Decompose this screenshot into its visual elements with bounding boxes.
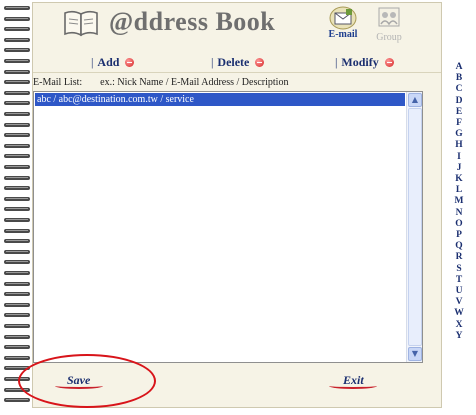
alphabet-letter-i[interactable]: I <box>457 152 461 163</box>
spiral-ring <box>4 207 30 212</box>
spiral-ring <box>4 101 30 106</box>
highlight-circle <box>18 354 156 408</box>
spiral-ring <box>4 112 30 116</box>
spiral-ring <box>4 80 30 85</box>
alphabet-letter-p[interactable]: P <box>456 230 462 241</box>
alphabet-letter-g[interactable]: G <box>455 129 462 140</box>
alphabet-letter-l[interactable]: L <box>456 185 462 196</box>
alphabet-letter-h[interactable]: H <box>455 140 462 151</box>
spiral-ring <box>4 122 30 127</box>
email-list-label: E-Mail List: ex.: Nick Name / E-Mail Addr… <box>33 77 288 88</box>
modify-label: Modify <box>341 55 379 69</box>
address-book-page: @ddress Book E-mail Group | Add | Delete… <box>32 2 442 408</box>
spiral-ring <box>4 186 30 191</box>
page-title: @ddress Book <box>109 7 276 36</box>
group-tab-label: Group <box>376 32 402 43</box>
add-label: Add <box>97 55 120 69</box>
spiral-ring <box>4 59 30 63</box>
spiral-ring <box>4 302 30 307</box>
alphabet-letter-o[interactable]: O <box>455 219 462 230</box>
exit-swoosh <box>329 383 377 389</box>
alphabet-letter-j[interactable]: J <box>457 163 462 174</box>
alphabet-letter-v[interactable]: V <box>456 297 463 308</box>
alphabet-letter-w[interactable]: W <box>454 308 464 319</box>
email-list-box[interactable]: abc / abc@destination.com.tw / service ▲… <box>33 91 423 363</box>
separator: | <box>91 55 94 69</box>
scroll-thumb[interactable] <box>408 108 422 346</box>
separator: | <box>335 55 338 69</box>
email-tab-label: E-mail <box>328 29 358 40</box>
spiral-ring <box>4 271 30 275</box>
list-format-hint: ex.: Nick Name / E-Mail Address / Descri… <box>100 77 289 88</box>
spiral-ring <box>4 334 30 339</box>
spiral-ring <box>4 37 30 42</box>
spiral-ring <box>4 69 30 74</box>
delete-button[interactable]: | Delete <box>211 55 265 70</box>
minus-bullet-icon <box>255 58 265 67</box>
spiral-ring <box>4 355 30 360</box>
action-bar: | Add | Delete | Modify <box>33 51 441 73</box>
alphabet-index: ABCDEFGHIJKLMNOPQRSTUVWXY <box>446 62 472 402</box>
group-icon <box>376 7 402 33</box>
spiral-ring <box>4 90 30 95</box>
spiral-ring <box>4 16 30 21</box>
book-icon <box>63 9 99 37</box>
alphabet-letter-y[interactable]: Y <box>456 331 463 342</box>
alphabet-letter-r[interactable]: R <box>456 252 463 263</box>
spiral-ring <box>4 292 30 297</box>
modify-button[interactable]: | Modify <box>335 55 394 70</box>
spiral-ring <box>4 249 30 254</box>
header: @ddress Book E-mail Group <box>33 3 441 47</box>
spiral-ring <box>4 239 30 244</box>
separator: | <box>211 55 214 69</box>
spiral-ring <box>4 154 30 159</box>
alphabet-letter-s[interactable]: S <box>456 264 461 275</box>
spiral-ring <box>4 218 30 222</box>
alphabet-letter-c[interactable]: C <box>456 84 463 95</box>
alphabet-letter-k[interactable]: K <box>455 174 462 185</box>
spiral-ring <box>4 196 30 201</box>
scroll-up-button[interactable]: ▲ <box>408 93 422 107</box>
alphabet-letter-t[interactable]: T <box>456 275 462 286</box>
group-tab-button[interactable]: Group <box>369 5 409 45</box>
alphabet-letter-d[interactable]: D <box>456 96 463 107</box>
spiral-ring <box>4 6 30 10</box>
alphabet-letter-f[interactable]: F <box>456 118 462 129</box>
spiral-ring <box>4 313 30 318</box>
spiral-ring <box>4 27 30 32</box>
alphabet-letter-u[interactable]: U <box>456 286 463 297</box>
spiral-ring <box>4 228 30 233</box>
alphabet-letter-m[interactable]: M <box>455 196 464 207</box>
spiral-ring <box>4 324 30 328</box>
spiral-binding <box>0 0 32 408</box>
alphabet-letter-x[interactable]: X <box>456 320 463 331</box>
spiral-ring <box>4 143 30 148</box>
spiral-ring <box>4 48 30 53</box>
spiral-ring <box>4 175 30 180</box>
minus-bullet-icon <box>384 58 394 67</box>
spiral-ring <box>4 281 30 286</box>
spiral-ring <box>4 165 30 169</box>
spiral-ring <box>4 345 30 350</box>
alphabet-letter-q[interactable]: Q <box>455 241 462 252</box>
scroll-down-button[interactable]: ▼ <box>408 347 422 361</box>
add-button[interactable]: | Add <box>91 55 135 70</box>
alphabet-letter-e[interactable]: E <box>456 107 462 118</box>
alphabet-letter-b[interactable]: B <box>456 73 462 84</box>
delete-label: Delete <box>217 55 250 69</box>
email-tab-button[interactable]: E-mail <box>323 5 363 45</box>
minus-bullet-icon <box>125 58 135 67</box>
alphabet-letter-a[interactable]: A <box>456 62 463 73</box>
list-item[interactable]: abc / abc@destination.com.tw / service <box>35 93 405 106</box>
vertical-scrollbar[interactable]: ▲ ▼ <box>406 92 422 362</box>
envelope-icon <box>323 5 363 31</box>
alphabet-letter-n[interactable]: N <box>456 208 463 219</box>
spiral-ring <box>4 260 30 265</box>
spiral-ring <box>4 133 30 138</box>
spiral-ring <box>4 398 30 403</box>
list-label-text: E-Mail List: <box>33 77 83 88</box>
